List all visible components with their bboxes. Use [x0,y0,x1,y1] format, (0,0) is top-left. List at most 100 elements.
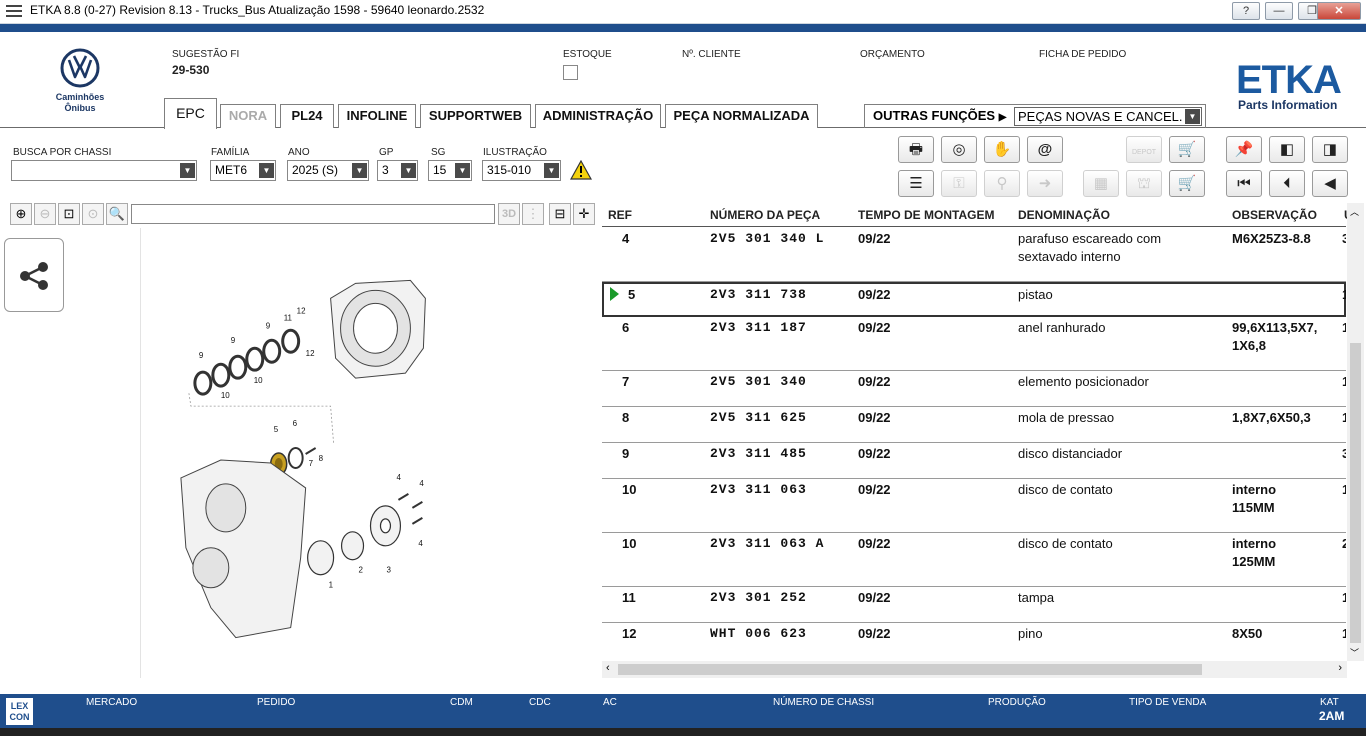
vertical-scroll-thumb[interactable] [1350,343,1361,643]
key-icon[interactable]: ⚿ [941,170,977,197]
gp-select[interactable]: 3 ▼ [377,160,418,181]
search-icon[interactable]: 🔍 [106,203,128,225]
row-ref: 6 [622,320,630,335]
zoom-area-icon[interactable]: ⊙ [82,203,104,225]
header-observation[interactable]: OBSERVAÇÃO [1232,208,1317,222]
row-observation: 99,6X113,5X7, 1X6,8 [1232,320,1318,353]
table-row[interactable]: 10 2V3 311 063 A 09/22 disco de contato … [602,533,1346,587]
horizontal-scrollbar[interactable]: ‹ › [602,661,1347,678]
footer-producao: PRODUÇÃO [988,697,1046,708]
row-observation: interno 125MM [1232,536,1277,569]
chevron-down-icon: ▼ [352,163,367,178]
ano-select[interactable]: 2025 (S) ▼ [287,160,369,181]
tab-nora[interactable]: NORA [220,104,276,128]
table-row[interactable]: 8 2V5 311 625 09/22 mola de pressao 1,8X… [602,407,1346,443]
chassi-select[interactable]: ▼ [11,160,197,181]
chevron-down-icon: ▼ [544,163,559,178]
resize-icon[interactable]: ✛ [573,203,595,225]
sg-label: SG [431,147,446,158]
ilustracao-select[interactable]: 315-010 ▼ [482,160,561,181]
etka-app: ETKA 8.8 (0-27) Revision 8.13 - Trucks_B… [0,0,1366,736]
row-extra: 2 [1342,536,1346,551]
handshake-icon[interactable]: ✋ [984,136,1020,163]
header-mounting-time[interactable]: TEMPO DE MONTAGEM [858,208,994,222]
exploded-view-drawing[interactable]: 9 10 9 10 9 11 12 12 5 6 78 4 4 4 3 2 1 [140,228,600,678]
disc-icon[interactable]: ◎ [941,136,977,163]
header-ref[interactable]: REF [608,208,632,222]
layout-icon[interactable]: ⊟ [549,203,571,225]
row-time: 09/22 [858,374,891,389]
close-button[interactable]: ✕ [1317,2,1361,20]
table-row[interactable]: 11 2V3 301 252 09/22 tampa 1 [602,587,1346,623]
help-button[interactable]: ? [1232,2,1260,20]
print-icon[interactable]: 🖶 [898,136,934,163]
back-icon[interactable]: ◀ [1312,170,1348,197]
3d-view-button[interactable]: 3D [498,203,520,225]
horizontal-scroll-thumb[interactable] [618,664,1202,675]
scroll-right-icon[interactable]: › [1338,662,1342,674]
row-name: tampa [1018,590,1055,605]
zoom-in-icon[interactable]: ⊕ [10,203,32,225]
chevron-down-icon: ▼ [455,163,470,178]
footer-chassi: NÚMERO DE CHASSI [773,697,875,708]
pin-icon[interactable]: 📌 [1226,136,1262,163]
device-icon[interactable]: ▦ [1083,170,1119,197]
tab-administracao[interactable]: ADMINISTRAÇÃO [535,104,661,128]
scroll-up-icon[interactable]: ︿ [1350,205,1359,218]
first-icon[interactable]: ⏮ [1226,170,1262,197]
page-back-icon[interactable]: ◧ [1269,136,1305,163]
share-button[interactable] [4,238,64,312]
warning-icon[interactable] [570,160,592,180]
header-name[interactable]: DENOMINAÇÃO [1018,208,1110,222]
outras-select[interactable]: PEÇAS NOVAS E CANCEL. ▼ [1014,107,1202,126]
table-row[interactable]: 10 2V3 311 063 09/22 disco de contato in… [602,479,1346,533]
previous-icon[interactable]: ⏴ [1269,170,1305,197]
row-time: 09/22 [858,320,891,335]
familia-select[interactable]: MET6 ▼ [210,160,276,181]
menu-icon[interactable] [6,5,22,17]
svg-text:6: 6 [293,419,298,428]
tab-infoline[interactable]: INFOLINE [338,104,416,128]
row-ref: 10 [622,536,637,551]
window-title: ETKA 8.8 (0-27) Revision 8.13 - Trucks_B… [30,3,485,17]
sg-select[interactable]: 15 ▼ [428,160,472,181]
depot-icon[interactable]: DEPOT [1126,136,1162,163]
vertical-scrollbar[interactable]: ︿ ﹀ [1347,203,1364,661]
cart-add-icon[interactable]: 🛒 [1169,170,1205,197]
graphic-search-input[interactable] [131,204,495,224]
page-forward-icon[interactable]: ◨ [1312,136,1348,163]
workshop-icon[interactable]: ⛫ [1126,170,1162,197]
scroll-left-icon[interactable]: ‹ [606,662,610,674]
arrow-right-icon[interactable]: ➜ [1027,170,1063,197]
table-row[interactable]: 4 2V5 301 340 L 09/22 parafuso escareado… [602,228,1346,282]
split-view-icon[interactable]: ⋮ [522,203,544,225]
row-observation: 1,8X7,6X50,3 [1232,410,1311,425]
row-extra: 1 [1342,626,1346,641]
email-icon[interactable]: @ [1027,136,1063,163]
table-row[interactable]: 12 WHT 006 623 09/22 pino 8X50 1 [602,623,1346,658]
header-part-number[interactable]: NÚMERO DA PEÇA [710,208,820,222]
row-ref: 11 [622,590,636,605]
svg-text:5: 5 [274,425,279,434]
etka-subtitle: Parts Information [1238,98,1338,112]
table-row-selected[interactable]: 5 2V3 311 738 09/22 pistao 1 [602,282,1346,317]
row-ref: 8 [622,410,630,425]
cart-icon[interactable]: 🛒 [1169,136,1205,163]
footer-ac: AC [603,697,617,708]
tab-epc[interactable]: EPC [164,98,217,129]
tab-pl24[interactable]: PL24 [280,104,334,128]
minimize-button[interactable]: — [1265,2,1293,20]
zoom-out-icon[interactable]: ⊖ [34,203,56,225]
zoom-fit-icon[interactable]: ⊡ [58,203,80,225]
row-time: 09/22 [858,482,891,497]
list-icon[interactable]: ☰ [898,170,934,197]
table-row[interactable]: 7 2V5 301 340 09/22 elemento posicionado… [602,371,1346,407]
estoque-checkbox[interactable] [563,65,578,80]
tab-peca-normalizada[interactable]: PEÇA NORMALIZADA [665,104,818,128]
scroll-down-icon[interactable]: ﹀ [1350,646,1359,659]
svg-text:4: 4 [418,539,423,548]
table-row[interactable]: 9 2V3 311 485 09/22 disco distanciador 3 [602,443,1346,479]
bike-icon[interactable]: ⚲ [984,170,1020,197]
tab-supportweb[interactable]: SUPPORTWEB [420,104,531,128]
table-row[interactable]: 6 2V3 311 187 09/22 anel ranhurado 99,6X… [602,317,1346,371]
